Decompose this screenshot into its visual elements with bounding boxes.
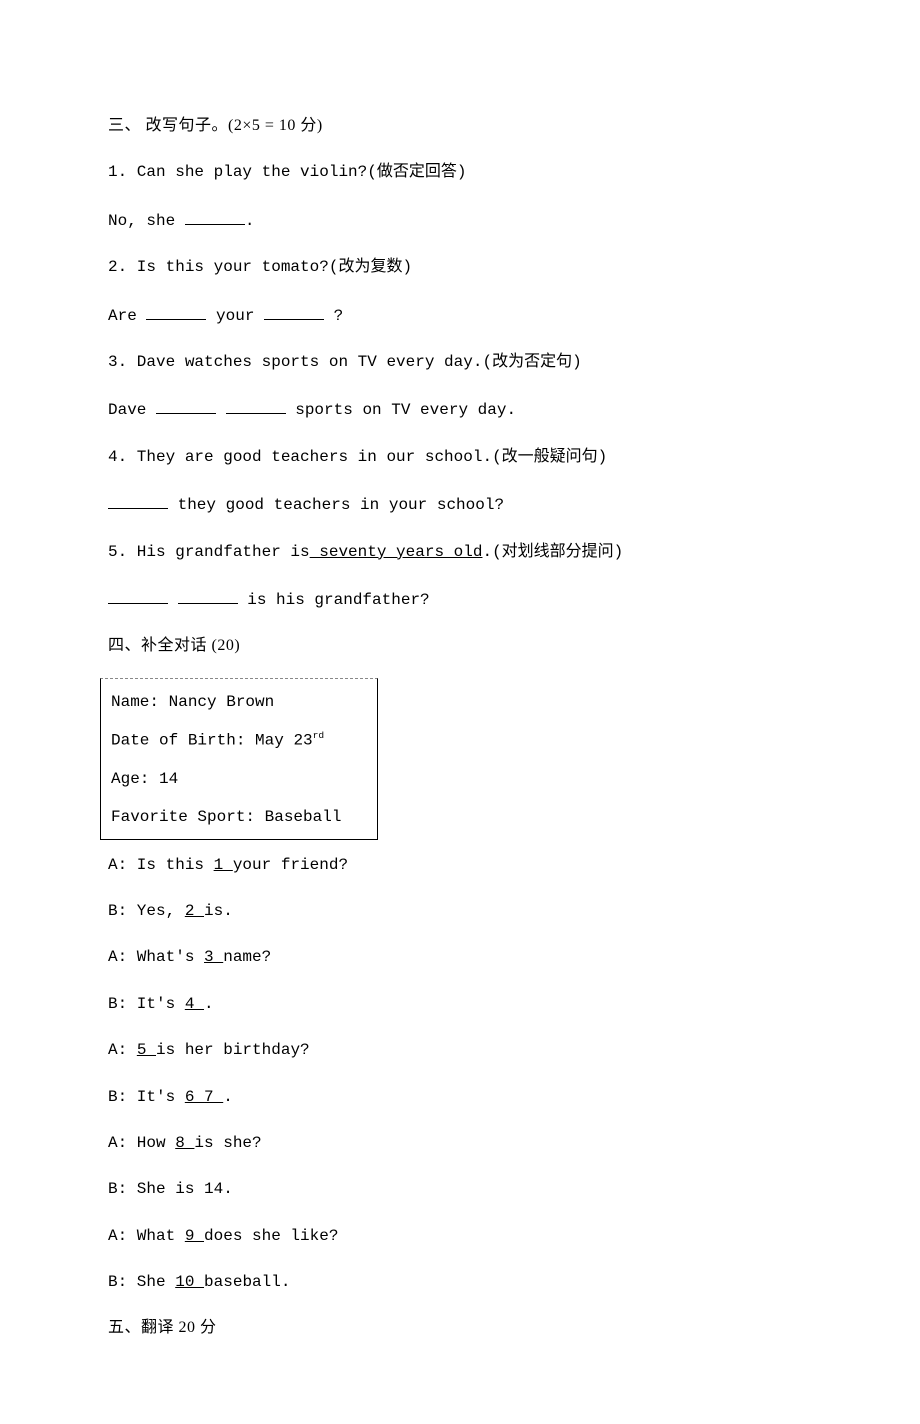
dlg-a5: A: What 9 does she like?: [108, 1225, 800, 1247]
q2-answer: Are your ?: [108, 303, 800, 327]
blank-9[interactable]: 9: [185, 1227, 204, 1245]
fill-blank[interactable]: [178, 587, 238, 604]
blank-6[interactable]: 6: [185, 1088, 204, 1106]
fill-blank[interactable]: [264, 303, 324, 320]
card-age-value: 14: [159, 770, 178, 788]
fill-blank[interactable]: [185, 208, 245, 225]
fill-blank[interactable]: [226, 397, 286, 414]
t: B: It's: [108, 995, 185, 1013]
q4-b: they good teachers in your school?: [168, 496, 504, 514]
card-fav-label: Favorite Sport:: [111, 808, 265, 826]
card-age-label: Age:: [111, 770, 159, 788]
card-dob-label: Date of Birth:: [111, 731, 255, 749]
card-dob: Date of Birth: May 23rd: [111, 729, 367, 752]
q5-answer: is his grandfather?: [108, 587, 800, 611]
dlg-b5: B: She 10 baseball.: [108, 1271, 800, 1293]
fill-blank[interactable]: [108, 587, 168, 604]
dlg-a4: A: How 8 is she?: [108, 1132, 800, 1154]
t: B: It's: [108, 1088, 185, 1106]
card-dob-value: May 23: [255, 731, 313, 749]
worksheet-page: 三、 改写句子。(2×5 = 10 分) 1. Can she play the…: [0, 0, 920, 1424]
q5-prompt: 5. His grandfather is seventy years old.…: [108, 541, 800, 563]
dlg-b1: B: Yes, 2 is.: [108, 900, 800, 922]
t: B: She: [108, 1273, 175, 1291]
t: A: What's: [108, 948, 204, 966]
q4-prompt: 4. They are good teachers in our school.…: [108, 446, 800, 468]
section5-heading: 五、翻译 20 分: [108, 1317, 800, 1339]
q3-a: Dave: [108, 401, 156, 419]
t: A: What: [108, 1227, 185, 1245]
blank-8[interactable]: 8: [175, 1134, 194, 1152]
t: name?: [223, 948, 271, 966]
q2-b: your: [206, 307, 264, 325]
fill-blank[interactable]: [108, 492, 168, 509]
dlg-b4: B: She is 14.: [108, 1178, 800, 1200]
section3-heading: 三、 改写句子。(2×5 = 10 分): [108, 115, 800, 137]
t: baseball.: [204, 1273, 290, 1291]
q5-c: is his grandfather?: [238, 591, 430, 609]
t: A: How: [108, 1134, 175, 1152]
fill-blank[interactable]: [156, 397, 216, 414]
q1-ans-prefix: No, she: [108, 212, 185, 230]
blank-7[interactable]: 7: [204, 1088, 223, 1106]
q2-prompt: 2. Is this your tomato?(改为复数): [108, 256, 800, 278]
q5-underlined: seventy years old: [310, 543, 483, 561]
card-fav: Favorite Sport: Baseball: [111, 806, 367, 828]
q5-pa: 5. His grandfather is: [108, 543, 310, 561]
section4-heading: 四、补全对话 (20): [108, 635, 800, 657]
q1-prompt: 1. Can she play the violin?(做否定回答): [108, 161, 800, 183]
blank-1[interactable]: 1: [214, 856, 233, 874]
dlg-a2: A: What's 3 name?: [108, 946, 800, 968]
card-dob-sup: rd: [313, 730, 325, 741]
q3-prompt: 3. Dave watches sports on TV every day.(…: [108, 351, 800, 373]
t: does she like?: [204, 1227, 338, 1245]
t: .: [204, 995, 214, 1013]
q3-b: [216, 401, 226, 419]
blank-10[interactable]: 10: [175, 1273, 204, 1291]
blank-2[interactable]: 2: [185, 902, 204, 920]
q1-answer: No, she .: [108, 208, 800, 232]
blank-4[interactable]: 4: [185, 995, 204, 1013]
t: is she?: [194, 1134, 261, 1152]
dlg-a3: A: 5 is her birthday?: [108, 1039, 800, 1061]
card-fav-value: Baseball: [265, 808, 342, 826]
q3-c: sports on TV every day.: [286, 401, 516, 419]
card-name-value: Nancy Brown: [169, 693, 275, 711]
t: A: Is this: [108, 856, 214, 874]
q2-a: Are: [108, 307, 146, 325]
dlg-b2: B: It's 4 .: [108, 993, 800, 1015]
t: .: [223, 1088, 233, 1106]
card-age: Age: 14: [111, 768, 367, 790]
info-card: Name: Nancy Brown Date of Birth: May 23r…: [100, 678, 378, 840]
card-name-label: Name:: [111, 693, 169, 711]
t: is.: [204, 902, 233, 920]
dlg-b3: B: It's 6 7 .: [108, 1086, 800, 1108]
blank-5[interactable]: 5: [137, 1041, 156, 1059]
t: B: Yes,: [108, 902, 185, 920]
q3-answer: Dave sports on TV every day.: [108, 397, 800, 421]
card-name: Name: Nancy Brown: [111, 691, 367, 713]
blank-3[interactable]: 3: [204, 948, 223, 966]
dlg-a1: A: Is this 1 your friend?: [108, 854, 800, 876]
t: your friend?: [233, 856, 348, 874]
fill-blank[interactable]: [146, 303, 206, 320]
q4-answer: they good teachers in your school?: [108, 492, 800, 516]
t: A:: [108, 1041, 137, 1059]
q1-ans-suffix: .: [245, 212, 255, 230]
q5-b: [168, 591, 178, 609]
q2-c: ?: [324, 307, 343, 325]
t: is her birthday?: [156, 1041, 310, 1059]
q5-pb: .(对划线部分提问): [482, 543, 623, 561]
